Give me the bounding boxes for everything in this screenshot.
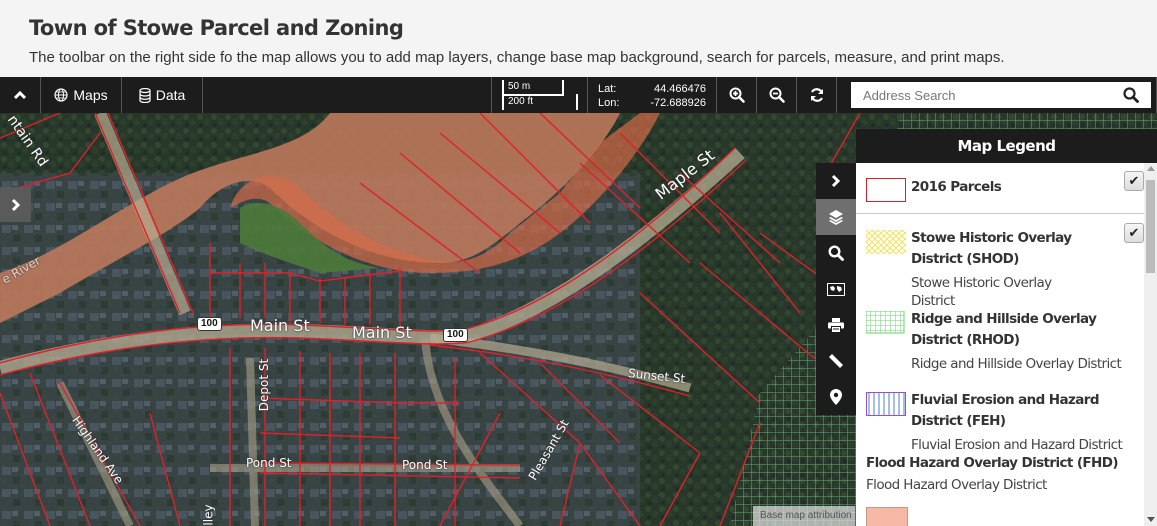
zoom-in-icon (729, 87, 745, 103)
shod-checkbox[interactable]: ✔ (1124, 223, 1144, 243)
database-icon (139, 87, 151, 103)
basemap-button[interactable] (816, 271, 856, 307)
legend-item-description: Fluvial Erosion and Hazard District (911, 437, 1123, 453)
legend-item-title: 2016 Parcels (911, 179, 1002, 195)
collapse-legend-button[interactable] (816, 163, 856, 199)
base-map-attribution-link[interactable]: Base map attribution (753, 506, 855, 526)
route-shield-2: 100 (443, 328, 468, 342)
lat-value: 44.466476 (654, 83, 706, 95)
data-label: Data (155, 87, 186, 103)
road-label-main-st-2: Main St (352, 323, 412, 342)
layers-button[interactable] (816, 199, 856, 235)
data-button[interactable]: Data (122, 77, 203, 113)
search-icon[interactable] (1123, 87, 1139, 103)
open-left-panel-button[interactable] (0, 187, 31, 222)
map-pin-icon (830, 389, 842, 405)
magnify-icon (828, 245, 844, 261)
legend-item-feh: Fluvial Erosion and Hazard District (FEH… (856, 376, 1144, 453)
page-title: Town of Stowe Parcel and Zoning (29, 16, 404, 40)
lon-label: Lon: (598, 97, 620, 109)
address-search-container (837, 77, 1157, 113)
scroll-down-arrow-icon[interactable] (1147, 517, 1155, 522)
scrollbar-thumb[interactable] (1146, 180, 1155, 273)
refresh-button[interactable] (797, 77, 837, 113)
legend-item-rhod: Ridge and Hillside Overlay District (RHO… (856, 295, 1144, 376)
scroll-up-arrow-icon[interactable] (1147, 166, 1155, 171)
map-canvas[interactable]: ntain Rd e River Main St Main St Maple S… (0, 113, 1157, 526)
legend-item-shod: Stowe Historic Overlay District (SHOD) S… (856, 214, 1144, 309)
scale-imperial: 200 ft (502, 94, 578, 110)
salmon-fill-swatch-icon (866, 507, 908, 526)
scale-bar: 50 m 200 ft (492, 77, 588, 113)
road-label-pond-st-2: Pond St (402, 458, 448, 472)
ruler-icon (829, 354, 843, 368)
road-label-main-st-1: Main St (250, 316, 310, 335)
legend-item-fhd: Flood Hazard Overlay District (FHD) Floo… (856, 453, 1144, 526)
green-grid-swatch-icon (866, 311, 905, 334)
coordinate-readout: Lat: 44.466476 Lon: -72.688926 (588, 77, 717, 113)
address-search-box (851, 82, 1151, 108)
legend-item-title: Fluvial Erosion and Hazard District (FEH… (911, 392, 1100, 429)
print-button[interactable] (816, 307, 856, 343)
address-search-input[interactable] (863, 87, 1123, 103)
legend-item-title: Flood Hazard Overlay District (FHD) (866, 455, 1119, 471)
legend-item-description: Flood Hazard Overlay District (866, 477, 1047, 493)
legend-item-parcels: 2016 Parcels ✔ (856, 163, 1144, 214)
locate-button[interactable] (816, 379, 856, 415)
road-label-valley: lley (201, 504, 216, 526)
lon-value: -72.688926 (650, 97, 706, 109)
map-icon (827, 282, 845, 296)
maps-label: Maps (73, 87, 108, 103)
legend-scrollbar[interactable] (1144, 163, 1157, 526)
toolbar-spacer (203, 77, 492, 113)
route-shield-1: 100 (197, 317, 222, 331)
globe-icon (54, 88, 68, 102)
page-subtitle: The toolbar on the right side fo the map… (29, 49, 1005, 66)
parcels-checkbox[interactable]: ✔ (1124, 171, 1144, 191)
zoom-out-button[interactable] (757, 77, 797, 113)
map-toolbar: Maps Data 50 m 200 ft Lat: 44.466476 Lon:… (0, 77, 1157, 113)
yellow-crosshatch-swatch-icon (866, 230, 906, 254)
collapse-header-button[interactable] (0, 77, 41, 113)
page-header: Town of Stowe Parcel and Zoning The tool… (0, 0, 1157, 77)
legend-item-description: Ridge and Hillside Overlay District (911, 356, 1122, 372)
chevron-right-icon (831, 174, 841, 188)
maps-button[interactable]: Maps (41, 77, 122, 113)
zoom-out-icon (769, 87, 785, 103)
legend-title: Map Legend (856, 129, 1157, 163)
legend-item-title: Stowe Historic Overlay District (SHOD) (911, 230, 1072, 267)
zoom-search-button[interactable] (816, 235, 856, 271)
refresh-icon (810, 88, 823, 102)
measure-button[interactable] (816, 343, 856, 379)
map-legend-panel: Map Legend 2016 Parcels ✔ Stowe Historic… (856, 129, 1157, 526)
map-tools-sidebar (816, 163, 856, 415)
road-label-depot-st: Depot St (257, 358, 272, 412)
chevron-up-icon (13, 90, 27, 100)
layers-icon (829, 210, 843, 225)
chevron-right-icon (11, 198, 20, 211)
legend-item-title: Ridge and Hillside Overlay District (RHO… (911, 311, 1097, 348)
printer-icon (828, 317, 844, 333)
parcels-swatch-icon (866, 178, 906, 202)
zoom-in-button[interactable] (717, 77, 757, 113)
legend-list: 2016 Parcels ✔ Stowe Historic Overlay Di… (856, 163, 1144, 526)
lat-label: Lat: (598, 83, 617, 95)
blue-vertical-lines-swatch-icon (866, 392, 906, 416)
road-label-pond-st-1: Pond St (246, 456, 292, 470)
